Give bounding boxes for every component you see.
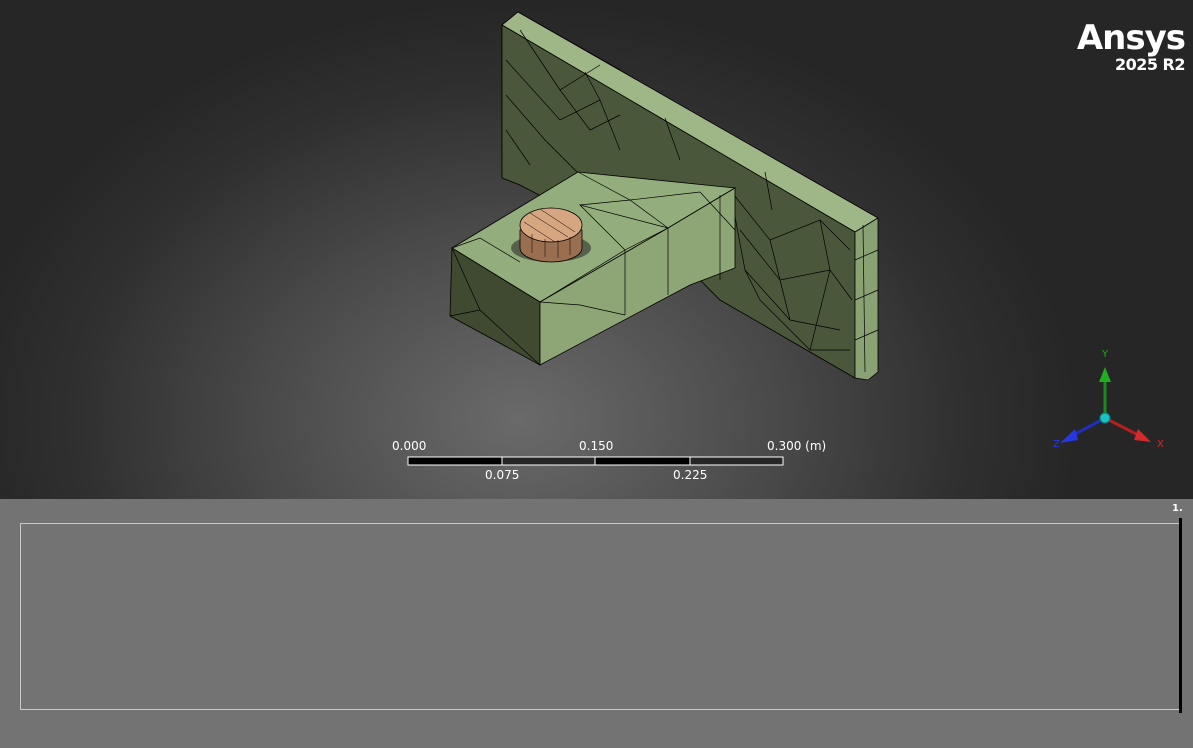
ansys-brand: Ansys (1076, 18, 1186, 58)
y-axis-label: Y (1101, 349, 1109, 360)
axis-triad[interactable]: Y X Z (1050, 345, 1180, 455)
scale-label-300: 0.300 (m) (767, 439, 827, 453)
ansys-version: 2025 R2 (1114, 55, 1186, 74)
scale-label-75: 0.075 (485, 468, 520, 482)
graph-frame[interactable] (20, 523, 1180, 710)
scale-bar-graphic (407, 456, 784, 466)
scale-segment-1 (407, 456, 503, 466)
graph-time-marker[interactable] (1179, 518, 1182, 713)
z-axis-arrow (1060, 429, 1078, 443)
scale-label-0: 0.000 (392, 439, 427, 453)
graph-panel: 1. (0, 499, 1193, 748)
ansys-logo: Ansys 2025 R2 (1076, 18, 1186, 74)
scale-label-150: 0.150 (579, 439, 614, 453)
scale-segment-4 (689, 456, 784, 466)
x-axis-arrow (1134, 429, 1151, 442)
scale-segment-3 (594, 456, 691, 466)
scale-segment-2 (501, 456, 596, 466)
plate-right-face (854, 217, 879, 381)
graphics-viewport[interactable]: Ansys 2025 R2 0.000 0.150 0.300 (m) 0.07… (0, 0, 1193, 499)
scale-label-225: 0.225 (673, 468, 708, 482)
cylinder-top (519, 207, 583, 243)
graph-label: 1. (1172, 503, 1183, 514)
z-axis-label: Z (1053, 439, 1060, 450)
mesh-model[interactable] (0, 0, 1193, 499)
triad-origin (1099, 412, 1111, 424)
y-axis-arrow (1099, 367, 1111, 382)
x-axis-label: X (1157, 439, 1164, 450)
